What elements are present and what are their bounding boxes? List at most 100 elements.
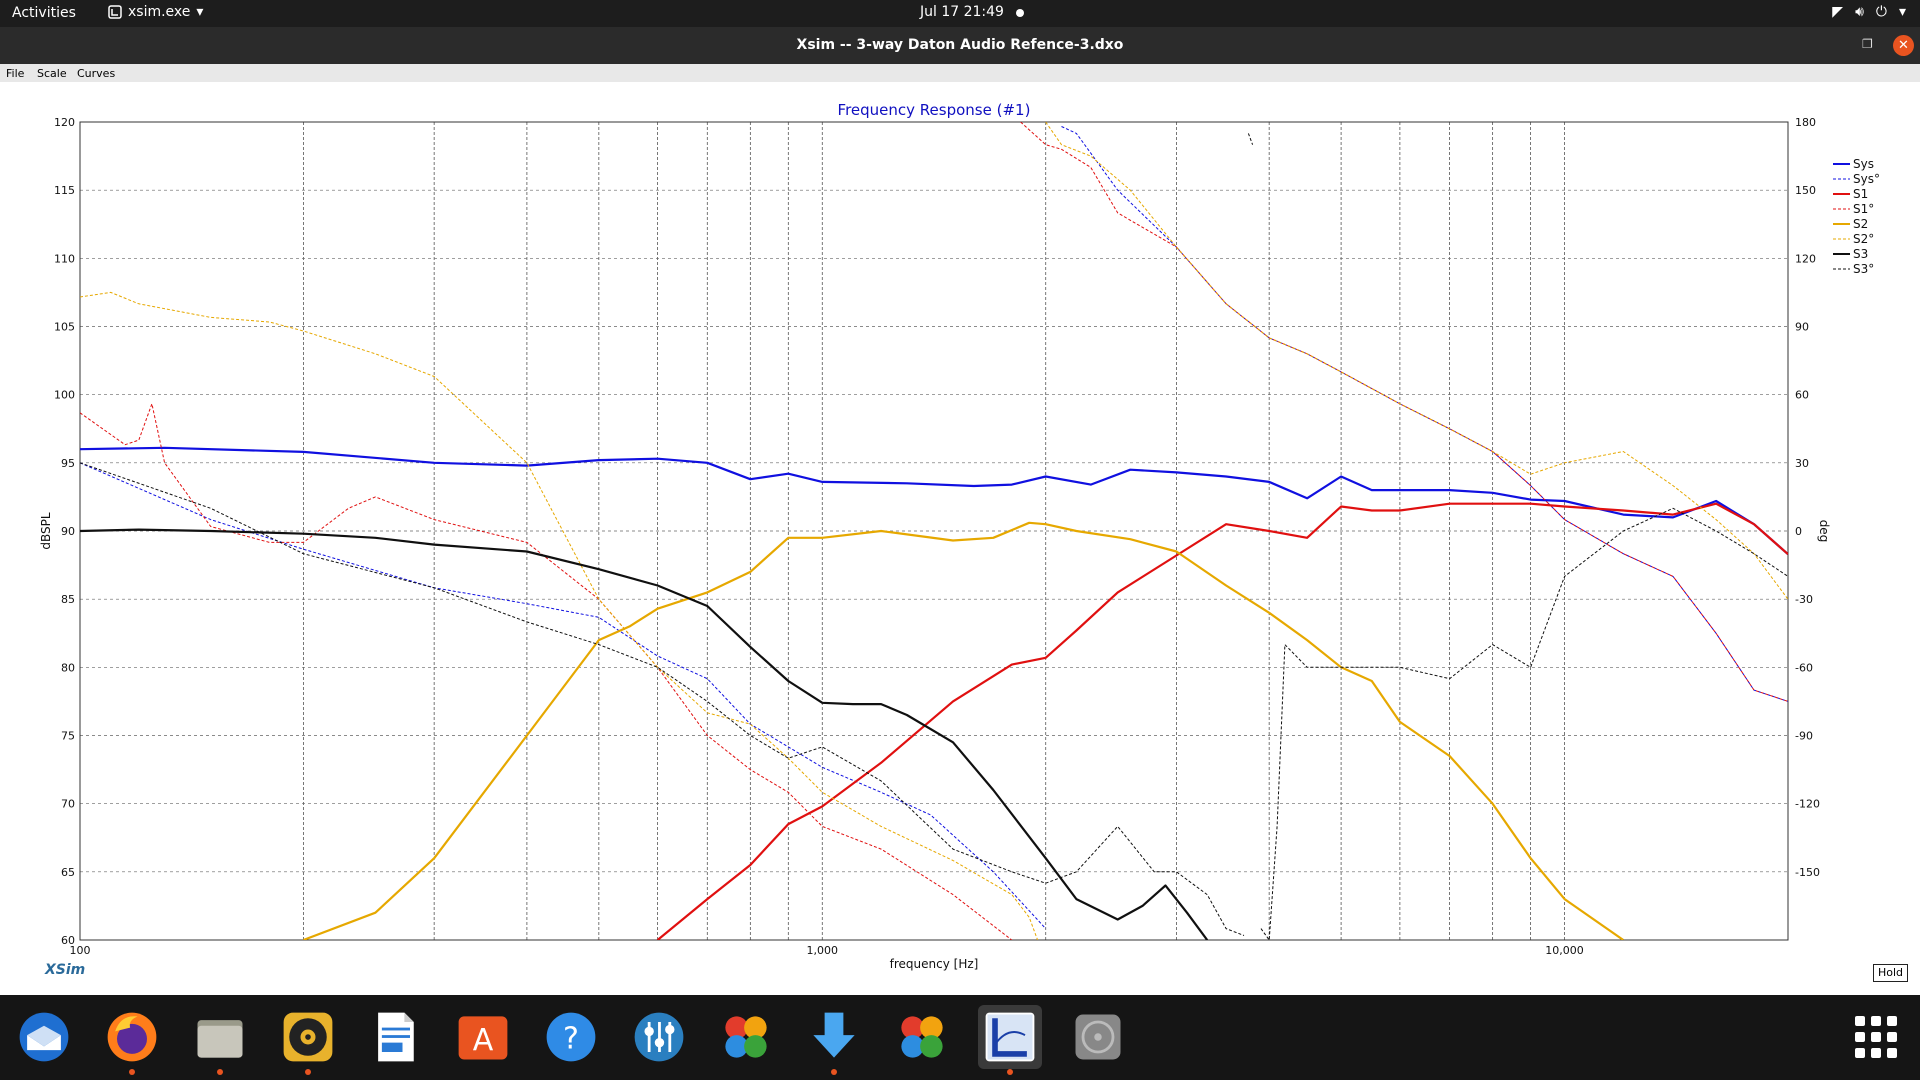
menu-bar: File Scale Curves (0, 64, 1920, 82)
legend-label-6: S3 (1853, 247, 1868, 261)
app-menu[interactable]: xsim.exe ▾ (108, 4, 203, 20)
dock-item-firefox[interactable] (100, 1005, 164, 1075)
show-apps-icon[interactable] (1855, 1016, 1897, 1058)
y-tick-label: 105 (54, 321, 75, 334)
x-tick-label: 10,000 (1545, 944, 1584, 957)
y-tick-label: 70 (61, 798, 75, 811)
y-tick-label: 75 (61, 730, 75, 743)
dock-item-mixer[interactable] (627, 1005, 691, 1069)
dock-item-thunderbird[interactable] (12, 1005, 76, 1069)
legend-label-4: S2 (1853, 217, 1868, 231)
dock-item-files[interactable] (188, 1005, 252, 1075)
thunderbird-icon (19, 1012, 69, 1062)
y-tick-label: 90 (61, 525, 75, 538)
dock-item-writer[interactable] (363, 1005, 427, 1069)
legend-label-0: Sys (1853, 157, 1874, 171)
legend-label-7: S3° (1853, 262, 1874, 276)
legend (1833, 163, 1850, 270)
firefox-icon (107, 1012, 157, 1062)
help-icon: ? (546, 1012, 596, 1062)
dock-item-wine-clover-2[interactable] (890, 1005, 954, 1069)
xsim-icon (985, 1012, 1035, 1062)
y-tick-label: 85 (61, 593, 75, 606)
frequency-response-chart[interactable]: Frequency Response (#1) 60 65 70 75 80 85 90 95 1… (0, 82, 1920, 995)
legend-label-3: S1° (1853, 202, 1874, 216)
chevron-down-icon: ▾ (196, 4, 204, 20)
y-tick-label: 110 (54, 252, 75, 265)
chart-title: Frequency Response (#1) (838, 101, 1031, 119)
y-tick-label: 100 (54, 389, 75, 402)
legend-label-2: S1 (1853, 187, 1868, 201)
window-title-bar: Xsim -- 3-way Daton Audio Refence-3.dxo … (0, 27, 1920, 64)
app-center-icon: A (458, 1016, 508, 1060)
hold-button[interactable]: Hold (1873, 964, 1908, 982)
close-icon[interactable]: ✕ (1893, 35, 1914, 56)
power-icon: ⏻ (1875, 4, 1887, 20)
window-title: Xsim -- 3-way Daton Audio Refence-3.dxo (796, 37, 1124, 53)
y2-tick-label: 120 (1795, 252, 1816, 265)
y-tick-label: 80 (61, 661, 75, 674)
y2-tick-label: 180 (1795, 116, 1816, 129)
y2-tick-label: -60 (1795, 661, 1813, 674)
dock-item-help[interactable]: ? (539, 1005, 603, 1069)
menu-curves[interactable]: Curves (77, 67, 115, 80)
activities-button[interactable]: Activities (12, 5, 76, 21)
menu-scale[interactable]: Scale (37, 67, 67, 80)
y2-tick-label: -90 (1795, 730, 1813, 743)
wifi-icon: ◤ (1832, 4, 1844, 20)
downloader-icon (813, 1012, 855, 1058)
clock[interactable]: Jul 17 21:49 (920, 4, 1004, 20)
disk-icon (1075, 1014, 1121, 1060)
y-tick-label: 65 (61, 866, 75, 879)
menu-file[interactable]: File (6, 67, 24, 80)
y2-tick-label: -150 (1795, 866, 1820, 879)
x-axis-label: frequency [Hz] (890, 957, 979, 971)
dock: A? (0, 995, 1920, 1080)
running-indicator (129, 1069, 135, 1075)
running-indicator (831, 1069, 837, 1075)
y2-tick-label: 0 (1795, 525, 1802, 538)
y-tick-label: 120 (54, 116, 75, 129)
system-top-bar: Activities xsim.exe ▾ Jul 17 21:49 ◤ 🔊︎ … (0, 0, 1920, 27)
series-line-6 (80, 528, 1209, 940)
svg-text:A: A (473, 1023, 494, 1058)
svg-text:?: ? (563, 1021, 579, 1056)
dock-item-app-center[interactable]: A (451, 1005, 515, 1069)
notification-dot-icon (1016, 9, 1024, 17)
y2-tick-label: 60 (1795, 389, 1809, 402)
wine-clover-icon-2 (901, 1016, 943, 1058)
running-indicator (305, 1069, 311, 1075)
y2-axis-label: deg (1817, 520, 1831, 543)
app-menu-label: xsim.exe (128, 4, 191, 20)
y2-tick-label: 90 (1795, 321, 1809, 334)
rhythmbox-icon (283, 1012, 333, 1062)
dock-item-disk[interactable] (1066, 1005, 1130, 1069)
series-line-4 (303, 521, 1624, 940)
dock-item-xsim[interactable] (978, 1005, 1042, 1075)
running-indicator (217, 1069, 223, 1075)
legend-label-1: Sys° (1853, 172, 1880, 186)
chart-area: Frequency Response (#1) 60 65 70 75 80 85 90 95 1… (0, 82, 1920, 995)
dock-item-wine-clover[interactable] (714, 1005, 778, 1069)
volume-icon: 🔊︎ (1855, 4, 1864, 20)
running-indicator (1007, 1069, 1013, 1075)
mixer-icon (634, 1012, 684, 1062)
wine-clover-icon (725, 1016, 767, 1058)
y2-tick-label: 150 (1795, 184, 1816, 197)
restore-icon[interactable]: ❐ (1862, 37, 1873, 51)
y2-tick-label: -30 (1795, 593, 1813, 606)
legend-label-5: S2° (1853, 232, 1874, 246)
y-tick-label: 115 (54, 184, 75, 197)
series-line-2 (656, 502, 1788, 940)
dock-item-downloader[interactable] (802, 1005, 866, 1075)
grid (79, 121, 1789, 941)
y-axis-label: dBSPL (39, 512, 53, 549)
series-line-7 (80, 133, 1788, 940)
system-tray[interactable]: ◤ 🔊︎ ⏻ ▾ (1832, 4, 1906, 20)
dock-item-rhythmbox[interactable] (276, 1005, 340, 1075)
app-menu-icon (108, 5, 122, 19)
y2-tick-label: 30 (1795, 457, 1809, 470)
files-icon (197, 1020, 243, 1058)
xsim-brand: XSim (45, 962, 86, 978)
x-tick-label: 100 (70, 944, 91, 957)
